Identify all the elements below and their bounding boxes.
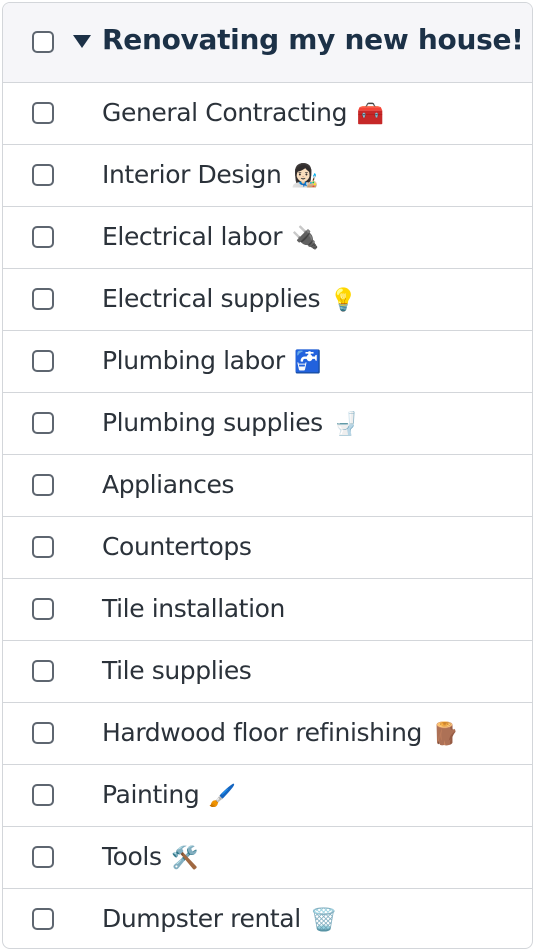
faucet-icon: 🚰 <box>294 350 322 375</box>
item-label: Plumbing labor 🚰 <box>102 346 322 375</box>
item-label-text: Painting <box>102 780 200 809</box>
item-list: General Contracting 🧰 Interior Design 👩🏻‍… <box>3 83 532 948</box>
artist-icon: 👩🏻‍🎨 <box>291 164 319 189</box>
item-checkbox[interactable] <box>32 784 54 806</box>
list-item[interactable]: Tile installation <box>3 579 532 641</box>
list-item[interactable]: Hardwood floor refinishing 🪵 <box>3 703 532 765</box>
plug-icon: 🔌 <box>291 226 319 251</box>
list-item[interactable]: Countertops <box>3 517 532 579</box>
item-checkbox[interactable] <box>32 474 54 496</box>
list-item[interactable]: Interior Design 👩🏻‍🎨 <box>3 145 532 207</box>
list-item[interactable]: Plumbing labor 🚰 <box>3 331 532 393</box>
item-label-text: Interior Design <box>102 160 282 189</box>
item-label: Appliances <box>102 470 234 499</box>
list-item[interactable]: Appliances <box>3 455 532 517</box>
list-item[interactable]: Plumbing supplies 🚽 <box>3 393 532 455</box>
item-checkbox[interactable] <box>32 536 54 558</box>
item-label: Dumpster rental 🗑️ <box>102 904 338 933</box>
item-label-text: Plumbing labor <box>102 346 285 375</box>
item-label: Electrical labor 🔌 <box>102 222 319 251</box>
collapse-caret-icon[interactable] <box>73 35 91 48</box>
list-item[interactable]: Electrical labor 🔌 <box>3 207 532 269</box>
toilet-icon: 🚽 <box>332 412 360 437</box>
list-item[interactable]: General Contracting 🧰 <box>3 83 532 145</box>
item-label-text: Electrical supplies <box>102 284 321 313</box>
paintbrush-icon: 🖌️ <box>208 784 236 809</box>
item-label: Tile installation <box>102 594 285 623</box>
item-label-text: Tile supplies <box>102 656 252 685</box>
item-checkbox[interactable] <box>32 350 54 372</box>
item-checkbox[interactable] <box>32 164 54 186</box>
group-title: Renovating my new house! <box>102 23 524 56</box>
item-label: Painting 🖌️ <box>102 780 236 809</box>
item-label: General Contracting 🧰 <box>102 98 384 127</box>
tools-icon: 🛠️ <box>171 846 199 871</box>
item-checkbox[interactable] <box>32 226 54 248</box>
item-checkbox[interactable] <box>32 412 54 434</box>
item-label-text: Tile installation <box>102 594 285 623</box>
wastebasket-icon: 🗑️ <box>310 908 338 933</box>
group-header[interactable]: Renovating my new house! <box>3 3 532 83</box>
select-all-checkbox[interactable] <box>32 31 54 53</box>
item-checkbox[interactable] <box>32 598 54 620</box>
item-label: Countertops <box>102 532 252 561</box>
item-label-text: Tools <box>102 842 162 871</box>
item-checkbox[interactable] <box>32 288 54 310</box>
checklist-panel: Renovating my new house! General Contrac… <box>2 2 533 949</box>
item-checkbox[interactable] <box>32 846 54 868</box>
item-checkbox[interactable] <box>32 908 54 930</box>
list-item[interactable]: Painting 🖌️ <box>3 765 532 827</box>
item-label: Electrical supplies 💡 <box>102 284 357 313</box>
item-label-text: Appliances <box>102 470 235 499</box>
item-label-text: General Contracting <box>102 98 348 127</box>
item-label: Plumbing supplies 🚽 <box>102 408 360 437</box>
item-checkbox[interactable] <box>32 660 54 682</box>
item-label: Tile supplies <box>102 656 252 685</box>
list-item[interactable]: Tile supplies <box>3 641 532 703</box>
list-item[interactable]: Dumpster rental 🗑️ <box>3 889 532 948</box>
wood-icon: 🪵 <box>431 722 459 747</box>
item-label: Hardwood floor refinishing 🪵 <box>102 718 459 747</box>
item-label: Tools 🛠️ <box>102 842 199 871</box>
item-label-text: Hardwood floor refinishing <box>102 718 423 747</box>
item-checkbox[interactable] <box>32 102 54 124</box>
item-label-text: Dumpster rental <box>102 904 301 933</box>
item-label-text: Electrical labor <box>102 222 283 251</box>
list-item[interactable]: Tools 🛠️ <box>3 827 532 889</box>
item-label-text: Plumbing supplies <box>102 408 323 437</box>
item-label-text: Countertops <box>102 532 252 561</box>
lightbulb-icon: 💡 <box>329 288 357 313</box>
toolbox-icon: 🧰 <box>356 102 384 127</box>
list-item[interactable]: Electrical supplies 💡 <box>3 269 532 331</box>
item-label: Interior Design 👩🏻‍🎨 <box>102 160 318 189</box>
item-checkbox[interactable] <box>32 722 54 744</box>
